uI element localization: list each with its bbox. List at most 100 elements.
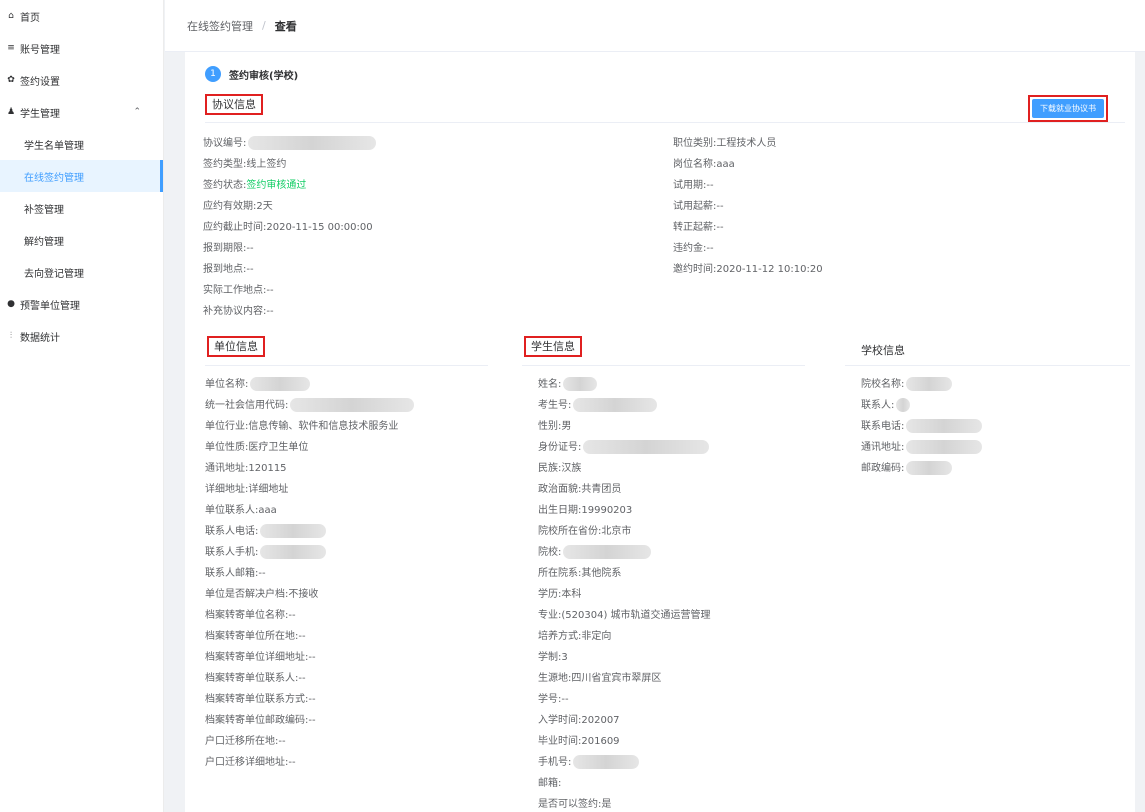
field-label: 联系人手机: — [205, 547, 259, 558]
field-label: 通讯地址: — [861, 442, 905, 453]
field-row: 毕业时间:201609 — [538, 731, 620, 752]
sidebar-item-accounts[interactable]: ≡ 账号管理 — [0, 32, 163, 64]
sidebar-item-warning-units[interactable]: ● 预警单位管理 — [0, 288, 163, 320]
field-row: 档案转寄单位邮政编码:-- — [205, 710, 316, 731]
redacted-value — [563, 545, 652, 559]
field-label: 试用起薪: — [673, 201, 717, 212]
field-value: 19990203 — [581, 505, 633, 516]
section-title-agreement: 协议信息 — [205, 94, 263, 115]
redacted-value — [573, 398, 658, 412]
breadcrumb-separator: / — [262, 19, 266, 32]
field-value: 本科 — [561, 589, 582, 600]
field-label: 档案转寄单位联系人: — [205, 673, 299, 684]
sidebar-item-student-management[interactable]: ♟ 学生管理 ⌃ — [0, 96, 163, 128]
field-label: 试用期: — [673, 180, 707, 191]
field-value: -- — [308, 694, 316, 705]
field-row: 单位行业:信息传输、软件和信息技术服务业 — [205, 416, 398, 437]
field-label: 联系人邮箱: — [205, 568, 259, 579]
field-value: 是 — [601, 799, 612, 810]
field-row: 签约状态:签约审核通过 — [203, 175, 306, 196]
section-title-student: 学生信息 — [524, 336, 582, 357]
field-value: 线上签约 — [246, 159, 287, 170]
field-label: 入学时间: — [538, 715, 582, 726]
field-value: -- — [266, 285, 274, 296]
field-label: 签约状态: — [203, 180, 247, 191]
field-value: 202007 — [581, 715, 620, 726]
redacted-value — [290, 398, 415, 412]
redacted-value — [906, 377, 953, 391]
sidebar-item-label: 预警单位管理 — [20, 300, 80, 312]
field-row: 签约类型:线上签约 — [203, 154, 286, 175]
field-label: 职位类别: — [673, 138, 717, 149]
field-label: 姓名: — [538, 379, 562, 390]
sidebar-item-online-signing[interactable]: 在线签约管理 — [0, 160, 163, 192]
field-row: 联系人电话: — [205, 521, 327, 542]
gear-icon: ✿ — [7, 75, 15, 85]
field-label: 院校: — [538, 547, 562, 558]
field-label: 协议编号: — [203, 138, 247, 149]
field-row: 专业:(520304) 城市轨道交通运营管理 — [538, 605, 711, 626]
field-label: 统一社会信用代码: — [205, 400, 289, 411]
field-label: 是否可以签约: — [538, 799, 602, 810]
detail-panel: 1 签约审核(学校) 协议信息 下载就业协议书 协议编号: 签约类型:线上签约 签约… — [185, 52, 1135, 812]
field-label: 政治面貌: — [538, 484, 582, 495]
sidebar-item-destination[interactable]: 去向登记管理 — [0, 256, 163, 288]
step-indicator: 1 签约审核(学校) — [205, 66, 298, 82]
field-row: 档案转寄单位名称:-- — [205, 605, 296, 626]
field-row: 详细地址:详细地址 — [205, 479, 288, 500]
field-label: 岗位名称: — [673, 159, 717, 170]
field-label: 单位是否解决户档: — [205, 589, 289, 600]
field-value: 信息传输、软件和信息技术服务业 — [248, 421, 399, 432]
field-label: 补充协议内容: — [203, 306, 267, 317]
redacted-value — [563, 377, 598, 391]
field-label: 邮箱: — [538, 778, 562, 789]
sidebar-item-termination[interactable]: 解约管理 — [0, 224, 163, 256]
breadcrumb-parent[interactable]: 在线签约管理 — [187, 18, 253, 34]
sidebar-item-label: 补签管理 — [24, 204, 64, 216]
redacted-value — [260, 524, 327, 538]
field-row: 民族:汉族 — [538, 458, 581, 479]
field-value: -- — [561, 694, 569, 705]
field-row: 联系人邮箱:-- — [205, 563, 266, 584]
sidebar-item-resign[interactable]: 补签管理 — [0, 192, 163, 224]
field-row: 院校: — [538, 542, 652, 563]
field-row: 所在院系:其他院系 — [538, 563, 621, 584]
field-value: 201609 — [581, 736, 620, 747]
field-label: 应约有效期: — [203, 201, 257, 212]
field-label: 联系人: — [861, 400, 895, 411]
sidebar-item-statistics[interactable]: ⫶ 数据统计 — [0, 320, 163, 352]
field-value: aaa — [258, 505, 277, 516]
field-row: 学号:-- — [538, 689, 569, 710]
field-label: 通讯地址: — [205, 463, 249, 474]
sidebar-item-home[interactable]: ⌂ 首页 — [0, 0, 163, 32]
field-row: 试用起薪:-- — [673, 196, 724, 217]
divider — [205, 365, 488, 366]
field-label: 报到期限: — [203, 243, 247, 254]
field-row: 身份证号: — [538, 437, 710, 458]
sidebar-item-sign-settings[interactable]: ✿ 签约设置 — [0, 64, 163, 96]
section-title-school: 学校信息 — [861, 344, 905, 357]
field-label: 所在院系: — [538, 568, 582, 579]
field-label: 档案转寄单位邮政编码: — [205, 715, 309, 726]
field-value: 120115 — [248, 463, 287, 474]
sidebar-item-label: 首页 — [20, 12, 40, 24]
field-label: 学历: — [538, 589, 562, 600]
field-value: 2020-11-12 10:10:20 — [716, 264, 823, 275]
field-row: 职位类别:工程技术人员 — [673, 133, 776, 154]
section-title-unit: 单位信息 — [207, 336, 265, 357]
field-label: 违约金: — [673, 243, 707, 254]
download-agreement-button[interactable]: 下载就业协议书 — [1028, 95, 1108, 122]
field-row: 违约金:-- — [673, 238, 714, 259]
field-value: -- — [266, 306, 274, 317]
breadcrumb-current: 查看 — [274, 19, 297, 33]
field-label: 单位联系人: — [205, 505, 259, 516]
sidebar-item-student-list[interactable]: 学生名单管理 — [0, 128, 163, 160]
field-label: 学号: — [538, 694, 562, 705]
field-label: 出生日期: — [538, 505, 582, 516]
field-value: -- — [288, 610, 296, 621]
sidebar-item-label: 学生名单管理 — [24, 140, 84, 152]
field-value: -- — [706, 180, 714, 191]
field-row: 手机号: — [538, 752, 640, 773]
field-value: -- — [246, 264, 254, 275]
redacted-value — [260, 545, 327, 559]
